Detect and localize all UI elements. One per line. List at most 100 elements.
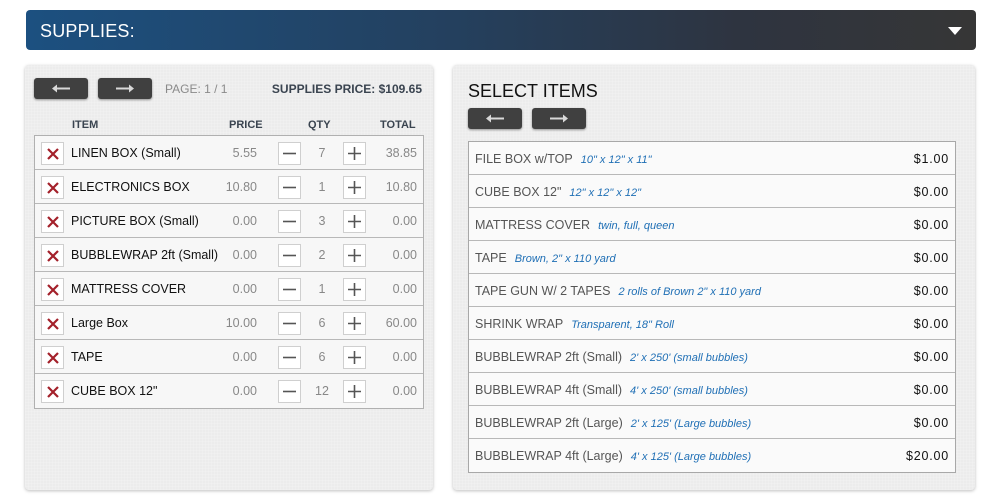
item-name: MATTRESS COVER	[71, 282, 187, 296]
item-qty: 2	[318, 248, 326, 262]
cart-next-page-button[interactable]	[98, 78, 152, 99]
catalog-item-description: 2 rolls of Brown 2" x 110 yard	[618, 286, 761, 298]
increase-qty-button[interactable]	[343, 142, 366, 165]
catalog-item-price: $0.00	[913, 350, 949, 364]
remove-item-button[interactable]	[41, 210, 64, 233]
increase-qty-button[interactable]	[343, 278, 366, 301]
cart-row: Large Box 10.00 6 60.00	[35, 306, 423, 340]
catalog-item-description: 12" x 12" x 12"	[569, 187, 642, 199]
remove-item-button[interactable]	[41, 142, 64, 165]
cart-panel: PAGE: 1 / 1 SUPPLIES PRICE: $109.65 ITEM…	[25, 65, 433, 490]
close-icon	[47, 250, 59, 262]
catalog-prev-page-button[interactable]	[468, 108, 522, 129]
remove-item-button[interactable]	[41, 312, 64, 335]
catalog-item[interactable]: CUBE BOX 12" 12" x 12" x 12" $0.00	[469, 175, 955, 208]
catalog-item-name: SHRINK WRAP	[475, 317, 564, 331]
catalog-item[interactable]: BUBBLEWRAP 2ft (Large) 2' x 125' (Large b…	[469, 406, 955, 439]
minus-icon	[283, 322, 296, 325]
cart-row: ELECTRONICS BOX 10.80 1 10.80	[35, 170, 423, 204]
increase-qty-button[interactable]	[343, 380, 366, 403]
catalog-item-price: $0.00	[913, 317, 949, 331]
cart-row: PICTURE BOX (Small) 0.00 3 0.00	[35, 204, 423, 238]
decrease-qty-button[interactable]	[278, 176, 301, 199]
item-price: 0.00	[232, 282, 257, 296]
item-total: 0.00	[392, 248, 417, 262]
plus-icon	[348, 147, 361, 160]
item-qty: 12	[315, 384, 329, 398]
catalog-item-name: CUBE BOX 12"	[475, 185, 562, 199]
catalog-item[interactable]: BUBBLEWRAP 2ft (Small) 2' x 250' (small b…	[469, 340, 955, 373]
item-name: BUBBLEWRAP 2ft (Small)	[71, 248, 219, 262]
catalog-item-name: MATTRESS COVER	[475, 218, 591, 232]
increase-qty-button[interactable]	[343, 176, 366, 199]
catalog-item-price: $0.00	[913, 251, 949, 265]
decrease-qty-button[interactable]	[278, 210, 301, 233]
close-icon	[47, 148, 59, 160]
catalog-item-price: $0.00	[913, 383, 949, 397]
column-header-price: PRICE	[229, 119, 263, 131]
remove-item-button[interactable]	[41, 346, 64, 369]
decrease-qty-button[interactable]	[278, 278, 301, 301]
minus-icon	[283, 220, 296, 223]
catalog-item-price: $0.00	[913, 185, 949, 199]
remove-item-button[interactable]	[41, 278, 64, 301]
plus-icon	[348, 385, 361, 398]
catalog-item-name: BUBBLEWRAP 2ft (Small)	[475, 350, 623, 364]
item-name: LINEN BOX (Small)	[71, 146, 181, 160]
page-indicator: PAGE: 1 / 1	[165, 82, 228, 96]
decrease-qty-button[interactable]	[278, 244, 301, 267]
catalog-item-description: 10" x 12" x 11"	[580, 154, 652, 166]
catalog-item[interactable]: MATTRESS COVER twin, full, queen $0.00	[469, 208, 955, 241]
supplies-header[interactable]: SUPPLIES:	[26, 10, 976, 50]
item-qty: 1	[318, 282, 326, 296]
decrease-qty-button[interactable]	[278, 380, 301, 403]
minus-icon	[283, 288, 296, 291]
catalog-item[interactable]: TAPE Brown, 2" x 110 yard $0.00	[469, 241, 955, 274]
item-price: 5.55	[232, 146, 257, 160]
supplies-price-total: SUPPLIES PRICE: $109.65	[271, 82, 422, 96]
cart-row: BUBBLEWRAP 2ft (Small) 0.00 2 0.00	[35, 238, 423, 272]
column-header-qty: QTY	[308, 119, 331, 131]
item-price: 10.00	[225, 316, 257, 330]
catalog-item-price: $1.00	[913, 152, 949, 166]
increase-qty-button[interactable]	[343, 244, 366, 267]
item-name: CUBE BOX 12"	[71, 384, 158, 398]
arrow-right-icon	[550, 114, 568, 123]
catalog-item[interactable]: BUBBLEWRAP 4ft (Large) 4' x 125' (Large b…	[469, 439, 955, 472]
increase-qty-button[interactable]	[343, 346, 366, 369]
plus-icon	[348, 249, 361, 262]
catalog-item[interactable]: SHRINK WRAP Transparent, 18" Roll $0.00	[469, 307, 955, 340]
close-icon	[47, 182, 59, 194]
catalog-item[interactable]: TAPE GUN W/ 2 TAPES 2 rolls of Brown 2" x…	[469, 274, 955, 307]
catalog-item[interactable]: BUBBLEWRAP 4ft (Small) 4' x 250' (small b…	[469, 373, 955, 406]
item-price: 0.00	[232, 214, 257, 228]
remove-item-button[interactable]	[41, 380, 64, 403]
item-total: 10.80	[385, 180, 417, 194]
minus-icon	[283, 186, 296, 189]
catalog-item[interactable]: FILE BOX w/TOP 10" x 12" x 11" $1.00	[469, 142, 955, 175]
remove-item-button[interactable]	[41, 244, 64, 267]
increase-qty-button[interactable]	[343, 312, 366, 335]
item-price: 0.00	[232, 248, 257, 262]
close-icon	[47, 386, 59, 398]
catalog-item-description: twin, full, queen	[598, 220, 675, 232]
catalog-item-description: 4' x 250' (small bubbles)	[630, 385, 748, 397]
decrease-qty-button[interactable]	[278, 312, 301, 335]
cart-table: LINEN BOX (Small) 5.55 7 38.85 ELECTRONICS B…	[34, 135, 424, 409]
catalog-item-name: BUBBLEWRAP 4ft (Small)	[475, 383, 623, 397]
caret-down-icon[interactable]	[948, 27, 962, 35]
item-name: Large Box	[71, 316, 128, 330]
decrease-qty-button[interactable]	[278, 346, 301, 369]
cart-prev-page-button[interactable]	[34, 78, 88, 99]
minus-icon	[283, 152, 296, 155]
close-icon	[47, 318, 59, 330]
select-items-panel: SELECT ITEMS FILE BOX w/TOP 10" x 12" x 1…	[453, 65, 975, 490]
catalog-item-description: 2' x 125' (Large bubbles)	[630, 418, 752, 430]
remove-item-button[interactable]	[41, 176, 64, 199]
catalog-item-price: $20.00	[905, 449, 949, 463]
decrease-qty-button[interactable]	[278, 142, 301, 165]
item-qty: 1	[318, 180, 326, 194]
catalog-next-page-button[interactable]	[532, 108, 586, 129]
increase-qty-button[interactable]	[343, 210, 366, 233]
select-items-title: SELECT ITEMS	[468, 81, 598, 101]
